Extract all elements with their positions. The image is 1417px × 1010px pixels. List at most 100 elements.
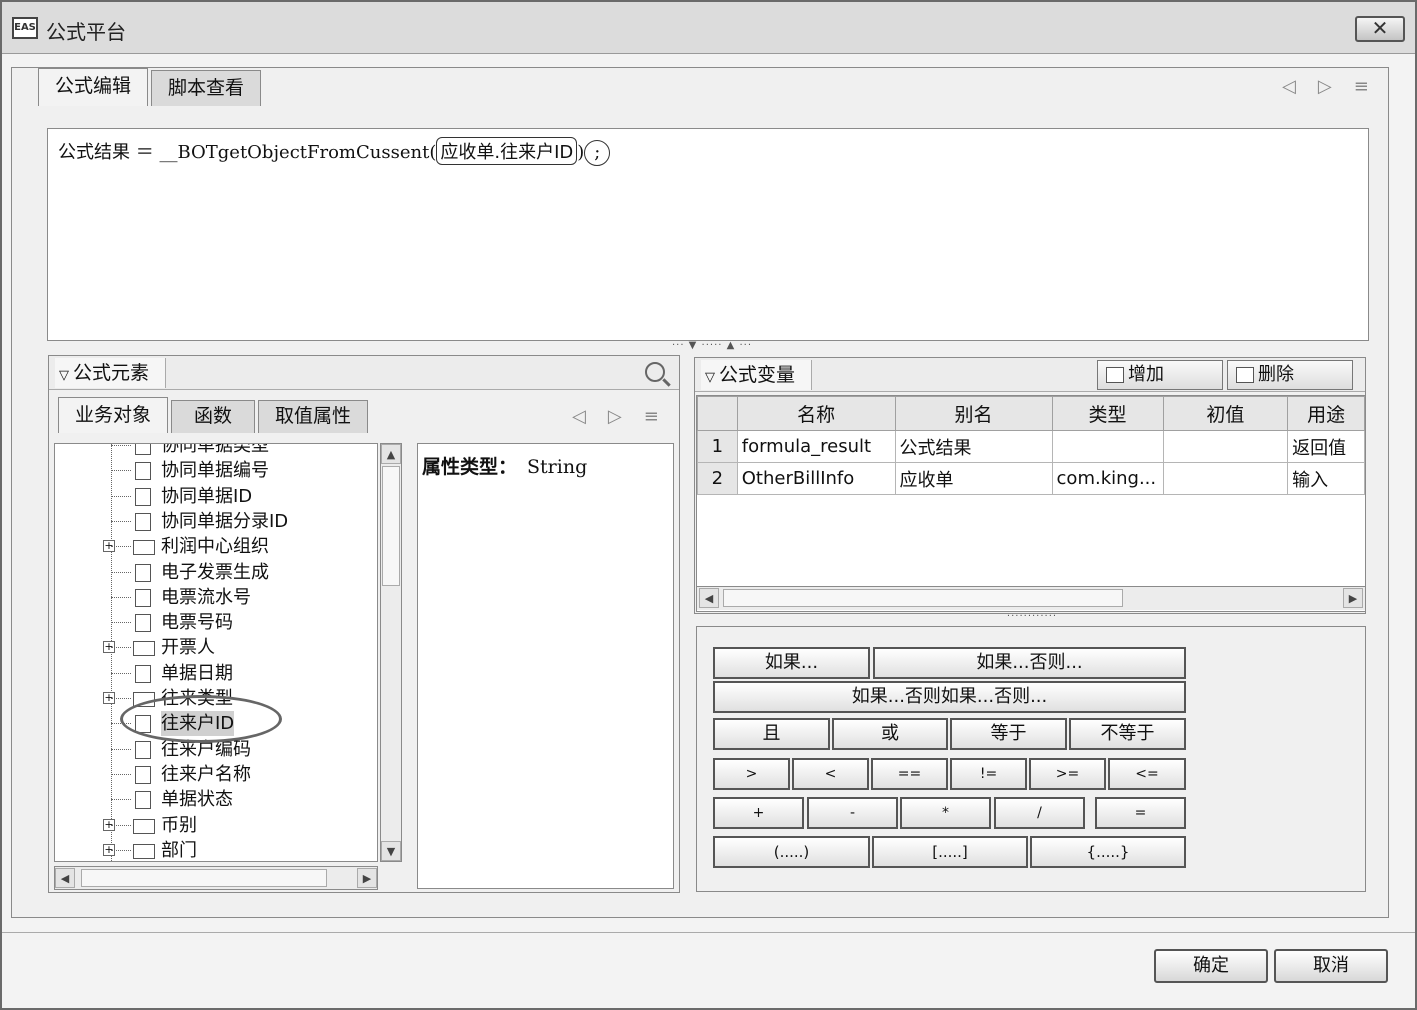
row-number: 2 [697, 462, 738, 495]
assign-button[interactable]: = [1095, 797, 1186, 829]
tree-item[interactable]: 协同单据编号 [55, 458, 375, 483]
scroll-left-icon[interactable]: ◀ [55, 868, 75, 888]
col-init-header[interactable]: 初值 [1162, 396, 1289, 431]
tab-business-object[interactable]: 业务对象 [58, 397, 169, 433]
scroll-up-icon[interactable]: ▲ [381, 444, 401, 464]
tree-item[interactable]: 往来户名称 [55, 762, 375, 787]
tab-formula-edit[interactable]: 公式编辑 [38, 68, 149, 106]
tab-value-property[interactable]: 取值属性 [258, 400, 369, 433]
col-use-header[interactable]: 用途 [1287, 396, 1365, 431]
lt-button[interactable]: < [792, 758, 869, 790]
tree-horizontal-scrollbar[interactable]: ◀ ▶ [54, 866, 378, 890]
cell-type[interactable] [1051, 430, 1164, 463]
tree-item-label: 开票人 [161, 637, 215, 659]
cell-init[interactable] [1162, 430, 1289, 463]
tree-item[interactable]: 协同单据类型 [55, 444, 375, 458]
gt-button[interactable]: > [713, 758, 790, 790]
tab-list-icon[interactable]: ≡ [1354, 76, 1369, 97]
search-icon[interactable] [645, 362, 665, 382]
equals-button[interactable]: 等于 [950, 718, 1067, 750]
tree-item[interactable]: + 利润中心组织 [55, 534, 375, 559]
tree-item[interactable]: 协同单据分录ID [55, 509, 375, 534]
right-splitter[interactable]: ············ [982, 612, 1082, 622]
plus-button[interactable]: + [713, 797, 804, 829]
cell-use[interactable]: 输入 [1287, 462, 1365, 495]
scroll-left-icon[interactable]: ◀ [699, 588, 719, 608]
cell-name[interactable]: formula_result [736, 430, 896, 463]
formula-editor[interactable]: 公式结果 ＝ __BOTgetObjectFromCussent(应收单.往来户… [47, 128, 1369, 341]
tab-left-arrow-icon[interactable]: ◁ [1282, 76, 1296, 97]
tree-vertical-scrollbar[interactable]: ▲ ▼ [380, 443, 402, 862]
tree-item[interactable]: + 币别 [55, 813, 375, 838]
scroll-right-icon[interactable]: ▶ [1343, 588, 1363, 608]
delete-variable-button[interactable]: 删除 [1227, 360, 1353, 390]
elements-left-arrow-icon[interactable]: ◁ [572, 406, 586, 427]
tree-item[interactable]: 单据日期 [55, 661, 375, 686]
and-button[interactable]: 且 [713, 718, 830, 750]
ge-button[interactable]: >= [1029, 758, 1106, 790]
elements-panel-title-tab[interactable]: ▽ 公式元素 [55, 358, 167, 388]
tree-hscroll-thumb[interactable] [81, 869, 327, 887]
if-button[interactable]: 如果... [713, 647, 870, 679]
tab-function[interactable]: 函数 [171, 400, 256, 433]
eqeq-button[interactable]: == [871, 758, 948, 790]
cell-name[interactable]: OtherBillInfo [736, 462, 896, 495]
cancel-button[interactable]: 取消 [1274, 949, 1388, 983]
formula-end-token[interactable]: ; [584, 140, 611, 166]
ok-button[interactable]: 确定 [1154, 949, 1268, 983]
cell-alias[interactable]: 公式结果 [894, 430, 1053, 463]
tab-script-view[interactable]: 脚本查看 [151, 70, 262, 106]
not-equals-button[interactable]: 不等于 [1069, 718, 1186, 750]
vertical-splitter[interactable]: ··· ▼ ····· ▲ ··· [652, 341, 772, 351]
elements-list-icon[interactable]: ≡ [644, 406, 659, 427]
cell-alias[interactable]: 应收单 [894, 462, 1053, 495]
property-type-label: 属性类型： [422, 456, 518, 478]
field-icon [135, 664, 151, 683]
formula-token[interactable]: 应收单.往来户ID [436, 137, 578, 165]
table-row[interactable]: 1 formula_result 公式结果 返回值 [697, 430, 1365, 463]
scroll-right-icon[interactable]: ▶ [357, 868, 377, 888]
cell-use[interactable]: 返回值 [1287, 430, 1365, 463]
collapse-triangle-icon[interactable]: ▽ [59, 368, 69, 383]
table-row[interactable]: 2 OtherBillInfo 应收单 com.king... 输入 [697, 462, 1365, 495]
table-hscroll-thumb[interactable] [723, 589, 1123, 607]
tree-item[interactable]: + 部门 [55, 838, 375, 861]
close-button[interactable]: ✕ [1355, 16, 1405, 42]
minus-button[interactable]: - [807, 797, 898, 829]
cell-init[interactable] [1162, 462, 1289, 495]
or-button[interactable]: 或 [832, 718, 948, 750]
variables-panel-title-tab[interactable]: ▽ 公式变量 [701, 360, 813, 390]
add-variable-button[interactable]: 增加 [1097, 360, 1223, 390]
multiply-button[interactable]: * [900, 797, 991, 829]
parentheses-button[interactable]: (.....) [713, 836, 870, 868]
variables-table[interactable]: 名称 别名 类型 初值 用途 1 formula_result 公式结果 返回值 [696, 395, 1366, 612]
cell-type[interactable]: com.king... [1051, 462, 1164, 495]
col-type-header[interactable]: 类型 [1051, 396, 1164, 431]
tree-item[interactable]: 单据状态 [55, 787, 375, 812]
col-alias-header[interactable]: 别名 [894, 396, 1053, 431]
table-horizontal-scrollbar[interactable]: ◀ ▶ [697, 586, 1365, 610]
elements-right-arrow-icon[interactable]: ▷ [608, 406, 622, 427]
field-icon [135, 765, 151, 784]
field-icon [135, 588, 151, 607]
le-button[interactable]: <= [1108, 758, 1186, 790]
tree-item[interactable]: 电票流水号 [55, 585, 375, 610]
scroll-down-icon[interactable]: ▼ [381, 841, 401, 861]
braces-button[interactable]: {.....} [1030, 836, 1186, 868]
tree-item-label: 往来户名称 [161, 763, 251, 785]
tree-item[interactable]: 电子发票生成 [55, 560, 375, 585]
divide-button[interactable]: / [994, 797, 1085, 829]
if-else-button[interactable]: 如果...否则... [873, 647, 1186, 679]
title-bar[interactable]: EAS 公式平台 ✕ [2, 2, 1415, 54]
tree-item[interactable]: + 开票人 [55, 635, 375, 660]
collapse-triangle-icon[interactable]: ▽ [705, 370, 715, 385]
brackets-button[interactable]: [.....] [872, 836, 1028, 868]
col-name-header[interactable]: 名称 [736, 396, 896, 431]
if-elseif-else-button[interactable]: 如果...否则如果...否则... [713, 681, 1186, 713]
tree-item[interactable]: 电票号码 [55, 610, 375, 635]
tree-scroll-thumb[interactable] [382, 466, 400, 586]
business-object-tree[interactable]: 协同单据类型 协同单据编号 协同单据ID 协同单据分录ID + 利润中心组织 电子发票生成电… [54, 443, 378, 862]
tab-right-arrow-icon[interactable]: ▷ [1318, 76, 1332, 97]
tree-item[interactable]: 协同单据ID [55, 484, 375, 509]
ne-button[interactable]: != [950, 758, 1027, 790]
